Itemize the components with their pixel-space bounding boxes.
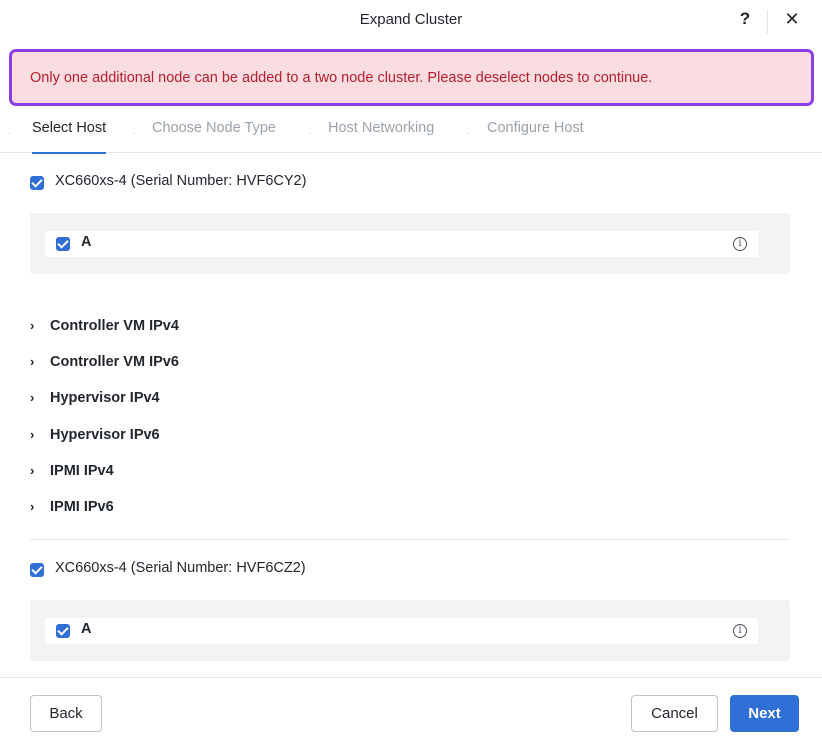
host-1-node-panel: A i (30, 213, 790, 274)
host-2-node-panel: A i (30, 600, 790, 661)
host-divider (30, 539, 790, 540)
step-host-networking[interactable]: Host Networking (328, 120, 434, 153)
dialog-header: Expand Cluster ? ✕ (0, 0, 822, 44)
chevron-right-icon: › (30, 463, 35, 478)
host-1-label: XC660xs-4 (Serial Number: HVF6CY2) (55, 173, 307, 189)
header-divider (767, 10, 768, 34)
info-icon[interactable]: i (733, 624, 747, 638)
back-button[interactable]: Back (30, 695, 102, 732)
host-1-node-a-checkbox[interactable] (56, 237, 70, 251)
step-separator: · (466, 128, 470, 139)
step-separator: · (8, 128, 12, 139)
error-alert: Only one additional node can be added to… (9, 49, 814, 106)
help-icon[interactable]: ? (734, 9, 756, 33)
step-select-host[interactable]: Select Host (32, 120, 107, 154)
chevron-right-icon: › (30, 427, 35, 442)
host-1-checkbox[interactable] (30, 176, 44, 190)
dialog-title: Expand Cluster (359, 11, 463, 28)
host-2-node-a-checkbox[interactable] (56, 624, 70, 638)
chevron-right-icon: › (30, 390, 35, 405)
cancel-button[interactable]: Cancel (631, 695, 718, 732)
host-2-label: XC660xs-4 (Serial Number: HVF6CZ2) (55, 560, 306, 576)
host-2-node-a-label: A (81, 621, 92, 637)
next-button[interactable]: Next (730, 695, 799, 732)
footer-divider (0, 677, 822, 678)
chevron-right-icon: › (30, 318, 35, 333)
step-separator: · (308, 128, 312, 139)
wizard-steps: · Select Host · Choose Node Type · Host … (0, 110, 822, 154)
host-1-node-row: A i (45, 231, 758, 257)
step-choose-node-type[interactable]: Choose Node Type (152, 120, 276, 153)
info-icon[interactable]: i (733, 237, 747, 251)
chevron-right-icon: › (30, 354, 35, 369)
step-configure-host[interactable]: Configure Host (487, 120, 584, 153)
step-separator: · (132, 128, 136, 139)
host-2-checkbox[interactable] (30, 563, 44, 577)
alert-message: Only one additional node can be added to… (30, 69, 653, 86)
host-2-node-row: A i (45, 618, 758, 644)
chevron-right-icon: › (30, 499, 35, 514)
close-icon[interactable]: ✕ (781, 9, 803, 33)
host-1-node-a-label: A (81, 234, 92, 250)
